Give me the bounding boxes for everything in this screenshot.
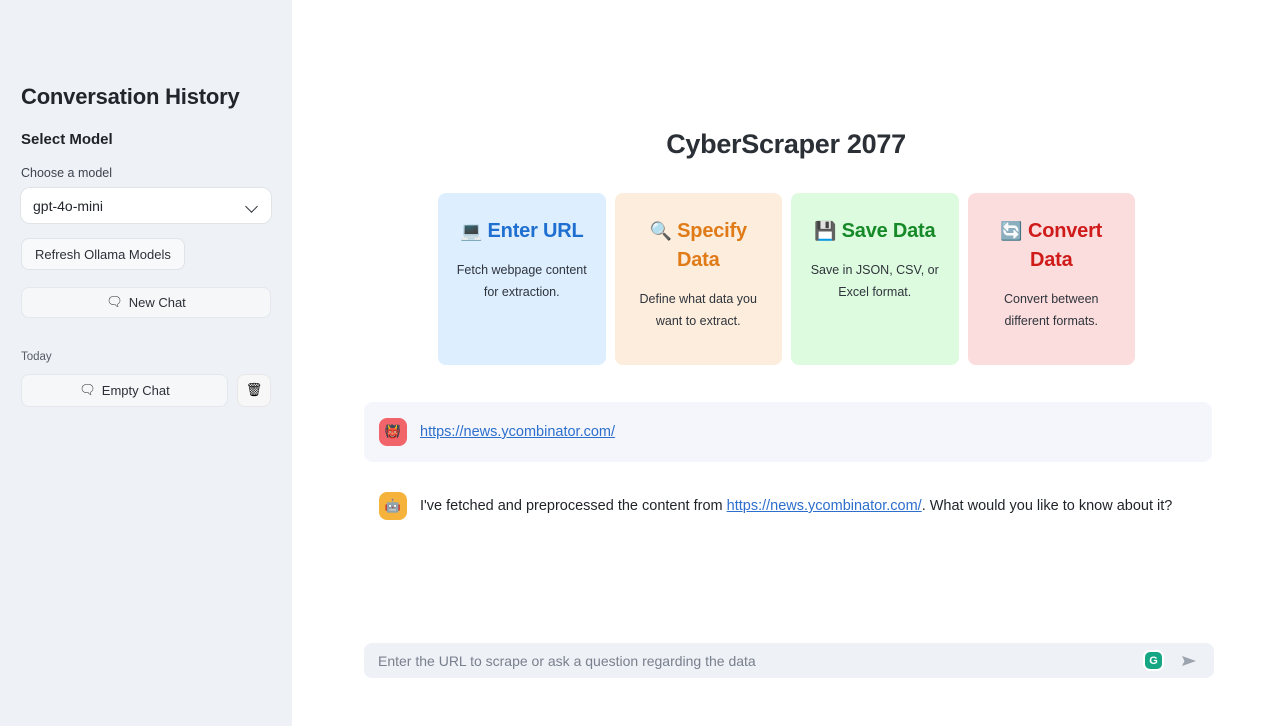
- chat-message-text: I've fetched and preprocessed the conten…: [420, 492, 1172, 519]
- magnifier-icon: 🔍: [649, 221, 672, 242]
- chevron-down-icon: [245, 199, 259, 213]
- chat-history-item-label: Empty Chat: [101, 383, 170, 398]
- refresh-ollama-models-label: Refresh Ollama Models: [35, 246, 171, 262]
- message-text-after: . What would you like to know about it?: [921, 498, 1173, 514]
- refresh-ollama-models-button[interactable]: Refresh Ollama Models: [21, 238, 185, 270]
- message-link[interactable]: https://news.ycombinator.com/: [727, 498, 922, 514]
- chat-history-row: 🗨 Empty Chat 🗑: [21, 374, 271, 407]
- feature-card-enter-url: 💻 Enter URL Fetch webpage content for ex…: [438, 193, 606, 365]
- model-select-value: gpt-4o-mini: [33, 197, 104, 214]
- chat-message-assistant: 🤖 I've fetched and preprocessed the cont…: [364, 476, 1212, 536]
- main-content: CyberScraper 2077 💻 Enter URL Fetch webp…: [292, 0, 1280, 726]
- sidebar: Conversation History Select Model Choose…: [0, 0, 292, 726]
- robot-face-icon: 🤖: [384, 498, 402, 514]
- feature-card-heading: 💾 Save Data: [805, 217, 945, 246]
- feature-cards: 💻 Enter URL Fetch webpage content for ex…: [438, 193, 1135, 365]
- floppy-disk-icon: 💾: [814, 221, 837, 242]
- delete-chat-button[interactable]: 🗑: [237, 374, 271, 407]
- new-chat-label: New Chat: [128, 295, 186, 310]
- speech-bubble-icon: 🗨: [106, 295, 123, 310]
- send-icon: [1182, 655, 1196, 666]
- feature-card-heading-text: Convert Data: [1027, 220, 1103, 271]
- page-title: CyberScraper 2077: [666, 129, 906, 159]
- send-button[interactable]: [1178, 650, 1200, 672]
- feature-card-save-data: 💾 Save Data Save in JSON, CSV, or Excel …: [791, 193, 959, 365]
- chat-input-bar: G: [364, 643, 1214, 678]
- select-model-heading: Select Model: [21, 131, 113, 148]
- new-chat-button[interactable]: 🗨 New Chat: [21, 287, 271, 318]
- message-text-before: I've fetched and preprocessed the conten…: [420, 498, 727, 514]
- feature-card-description: Convert between different formats.: [1003, 292, 1099, 328]
- user-face-icon: 👹: [384, 424, 402, 440]
- feature-card-specify-data: 🔍 Specify Data Define what data you want…: [614, 193, 782, 365]
- feature-card-heading-text: Specify Data: [676, 220, 747, 271]
- feature-card-heading: 🔍 Specify Data: [629, 217, 769, 275]
- trash-icon: 🗑: [245, 383, 263, 398]
- choose-model-label: Choose a model: [21, 166, 113, 180]
- chat-history-item-empty-chat[interactable]: 🗨 Empty Chat: [21, 374, 228, 407]
- chat-input[interactable]: [378, 652, 1145, 669]
- laptop-icon: 💻: [459, 221, 483, 242]
- grammarly-icon[interactable]: G: [1145, 652, 1162, 669]
- message-link[interactable]: https://news.ycombinator.com/: [420, 424, 615, 440]
- feature-card-convert-data: 🔄 Convert Data Convert between different…: [967, 193, 1135, 365]
- today-group-label: Today: [21, 351, 52, 363]
- app-root: Conversation History Select Model Choose…: [0, 0, 1280, 726]
- feature-card-heading-text: Save Data: [841, 220, 936, 242]
- chat-message-text: https://news.ycombinator.com/: [420, 418, 615, 445]
- feature-card-description: Fetch webpage content for extraction.: [456, 263, 587, 299]
- feature-card-heading: 🔄 Convert Data: [982, 217, 1122, 275]
- speech-bubble-icon: 🗨: [79, 383, 96, 398]
- sidebar-title: Conversation History: [21, 84, 240, 109]
- grammarly-letter: G: [1149, 654, 1158, 667]
- chat-message-user: 👹 https://news.ycombinator.com/: [364, 402, 1212, 462]
- model-select[interactable]: gpt-4o-mini: [21, 188, 271, 223]
- avatar-user: 👹: [379, 418, 407, 446]
- avatar-assistant: 🤖: [379, 492, 407, 520]
- feature-card-heading-text: Enter URL: [487, 220, 584, 242]
- feature-card-description: Save in JSON, CSV, or Excel format.: [810, 263, 939, 299]
- refresh-cycle-icon: 🔄: [1000, 221, 1023, 242]
- feature-card-heading: 💻 Enter URL: [452, 217, 592, 246]
- feature-card-description: Define what data you want to extract.: [639, 292, 757, 328]
